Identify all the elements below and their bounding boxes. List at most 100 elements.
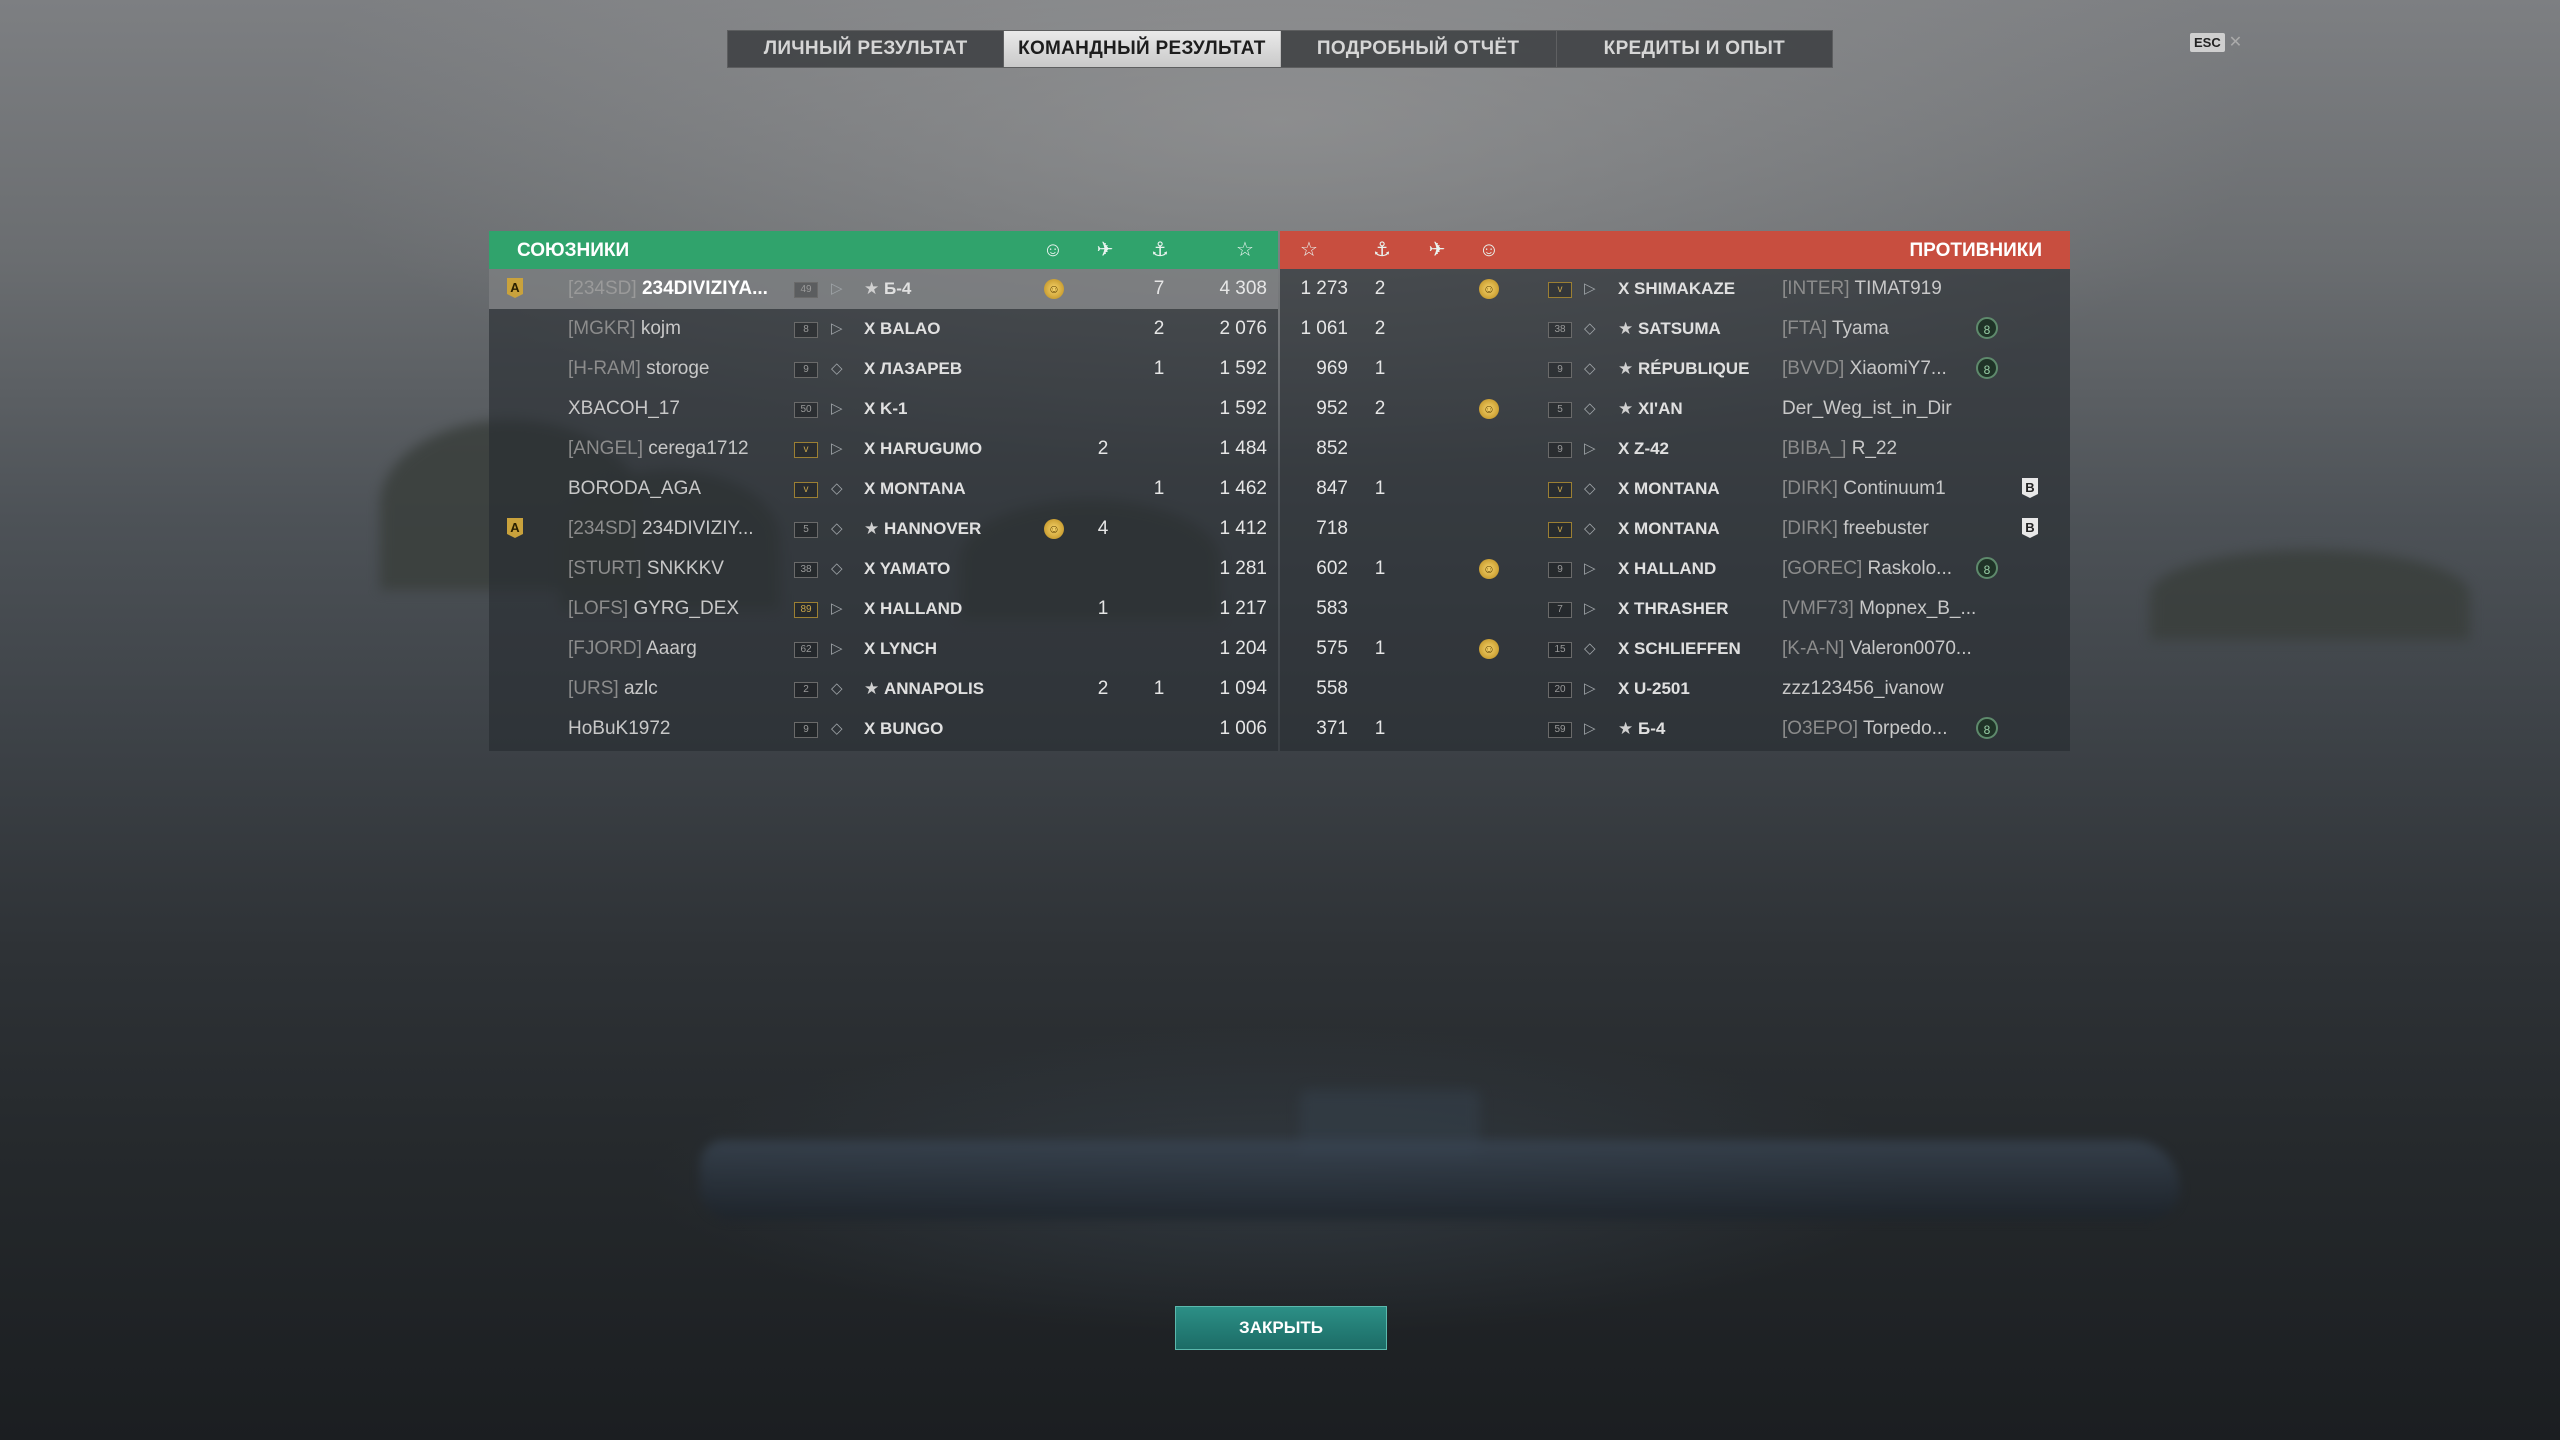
player-name-cell: [GOREC] Raskolo... <box>1782 549 1952 589</box>
enemy-player-row[interactable]: 575 1 ☺ 15 ◇ X SCHLIEFFEN [K-A-N] Valeron0070.… <box>1280 629 2070 669</box>
battleship-icon: ◇ <box>1584 480 1596 497</box>
player-level-badge: 9 <box>1548 442 1572 458</box>
destroyer-icon: ▷ <box>1584 600 1596 617</box>
battleship-icon: ◇ <box>1584 360 1596 377</box>
player-level-badge: 15 <box>1548 642 1572 658</box>
enemy-player-row[interactable]: 847 1 v ◇ X MONTANA [DIRK] Continuum1 B <box>1280 469 2070 509</box>
ships-destroyed: 2 <box>1374 318 1386 339</box>
player-name-cell: zzz123456_ivanow <box>1782 669 1944 709</box>
ship-name-cell: X HALLAND <box>864 589 962 629</box>
ship-name-cell: X SHIMAKAZE <box>1618 269 1735 309</box>
ship-name-cell: ★ HANNOVER <box>864 509 981 549</box>
ships-destroyed <box>1143 389 1175 429</box>
player-level-badge: 9 <box>1548 362 1572 378</box>
enemy-player-row[interactable]: 583 7 ▷ X THRASHER [VMF73] Mopnex_B_... <box>1280 589 2070 629</box>
ally-player-row[interactable]: HoBuK1972 9 ◇ X BUNGO 1 006 <box>489 709 1278 749</box>
player-name-cell: [234SD] 234DIVIZIY... <box>568 509 754 549</box>
allies-title: СОЮЗНИКИ <box>517 240 630 261</box>
player-name-cell: [FTA] Tyama <box>1782 309 1889 349</box>
tab-team-result[interactable]: КОМАНДНЫЙ РЕЗУЛЬТАТ <box>1004 31 1281 67</box>
battleship-icon: ◇ <box>831 520 843 537</box>
ship-name: Б-4 <box>1637 719 1666 738</box>
battleship-icon: ◇ <box>831 560 843 577</box>
ally-player-row[interactable]: [STURT] SNKKKV 38 ◇ X YAMATO 1 281 <box>489 549 1278 589</box>
base-xp: 602 <box>1316 558 1348 579</box>
ships-destroyed: 2 <box>1374 278 1386 299</box>
player-name: HoBuK1972 <box>568 718 671 739</box>
clan-tag: [INTER] <box>1782 278 1850 299</box>
submarine-icon: ▷ <box>831 320 843 337</box>
player-name-cell: [234SD] 234DIVIZIYA... <box>568 269 768 309</box>
ally-player-row[interactable]: XBACOH_17 50 ▷ X K-1 1 592 <box>489 389 1278 429</box>
team-result-panel: СОЮЗНИКИ ☺ ✈ ⚓ ☆ ☆ ⚓ ✈ ☺ ПРОТИВНИКИ A [23… <box>489 231 2070 751</box>
ally-player-row[interactable]: [LOFS] GYRG_DEX 89 ▷ X HALLAND 1 1 217 <box>489 589 1278 629</box>
ally-player-row[interactable]: [MGKR] kojm 8 ▷ X BALAO 2 2 076 <box>489 309 1278 349</box>
planes-destroyed <box>1419 349 1451 389</box>
ally-player-row[interactable]: A [234SD] 234DIVIZIY... 5 ◇ ★ HANNOVER ☺ 4 1 41… <box>489 509 1278 549</box>
result-tabs: ЛИЧНЫЙ РЕЗУЛЬТАТ КОМАНДНЫЙ РЕЗУЛЬТАТ ПОД… <box>727 30 1833 68</box>
planes-destroyed: 4 <box>1097 518 1109 539</box>
ally-player-row[interactable]: [FJORD] Aaarg 62 ▷ X LYNCH 1 204 <box>489 629 1278 669</box>
laurel-icon: ☺ <box>1044 279 1064 299</box>
player-name-cell: [DIRK] Continuum1 <box>1782 469 1946 509</box>
tab-personal-result[interactable]: ЛИЧНЫЙ РЕЗУЛЬТАТ <box>728 31 1005 67</box>
enemy-player-row[interactable]: 969 1 9 ◇ ★ RÉPUBLIQUE [BVVD] XiaomiY7... 8 <box>1280 349 2070 389</box>
player-level-badge: 7 <box>1548 602 1572 618</box>
close-button[interactable]: ЗАКРЫТЬ <box>1175 1306 1387 1350</box>
enemy-player-row[interactable]: 1 061 2 38 ◇ ★ SATSUMA [FTA] Tyama 8 <box>1280 309 2070 349</box>
laurel-icon: ☺ <box>1479 399 1499 419</box>
clan-rating-shield-icon: B <box>2022 518 2038 538</box>
destroyer-icon: ▷ <box>1584 440 1596 457</box>
enemy-player-row[interactable]: 558 20 ▷ X U-2501 zzz123456_ivanow <box>1280 669 2070 709</box>
esc-key-label: ESC <box>2190 32 2225 52</box>
ship-name-cell: X SCHLIEFFEN <box>1618 629 1741 669</box>
enemy-player-row[interactable]: 852 9 ▷ X Z-42 [BIBA_] R_22 <box>1280 429 2070 469</box>
ships-destroyed <box>1364 669 1396 709</box>
planes-destroyed <box>1087 469 1119 509</box>
tab-detailed-report[interactable]: ПОДРОБНЫЙ ОТЧЁТ <box>1281 31 1557 67</box>
player-level-badge: 89 <box>794 602 818 618</box>
clan-rating-shield-icon: B <box>2022 478 2038 498</box>
clan-tag: [LOFS] <box>568 598 629 619</box>
base-xp: 1 273 <box>1300 278 1348 299</box>
player-name: Der_Weg_ist_in_Dir <box>1782 398 1952 419</box>
player-name: BORODA_AGA <box>568 478 702 499</box>
tab-credits-xp[interactable]: КРЕДИТЫ И ОПЫТ <box>1557 31 1832 67</box>
player-name: Raskolo... <box>1867 558 1952 579</box>
destroyer-icon: ▷ <box>831 440 843 457</box>
base-xp: 1 412 <box>1219 518 1267 539</box>
close-icon: ✕ <box>2228 34 2243 51</box>
planes-destroyed <box>1087 269 1119 309</box>
enemy-player-row[interactable]: 718 v ◇ X MONTANA [DIRK] freebuster B <box>1280 509 2070 549</box>
laurel-icon: ☺ <box>1479 559 1499 579</box>
ship-name: X ЛАЗАРЕВ <box>864 359 963 378</box>
player-level-badge: 9 <box>794 722 818 738</box>
enemy-player-row[interactable]: 1 273 2 ☺ v ▷ X SHIMAKAZE [INTER] TIMAT919 <box>1280 269 2070 309</box>
laurel-icon: ☺ <box>1479 639 1499 659</box>
ship-name-cell: X LYNCH <box>864 629 937 669</box>
enemy-player-row[interactable]: 602 1 ☺ 9 ▷ X HALLAND [GOREC] Raskolo... 8 <box>1280 549 2070 589</box>
ship-name: SATSUMA <box>1637 319 1721 338</box>
ships-destroyed <box>1364 429 1396 469</box>
base-xp: 718 <box>1316 518 1348 539</box>
enemy-player-row[interactable]: 952 2 ☺ 5 ◇ ★ XI'AN Der_Weg_ist_in_Dir <box>1280 389 2070 429</box>
ally-player-row[interactable]: [ANGEL] cerega1712 v ▷ X HARUGUMO 2 1 484 <box>489 429 1278 469</box>
clan-tag: [BVVD] <box>1782 358 1845 379</box>
ship-name-cell: X THRASHER <box>1618 589 1729 629</box>
ship-name-cell: X MONTANA <box>1618 469 1720 509</box>
ship-name: X SHIMAKAZE <box>1618 279 1736 298</box>
player-name: R_22 <box>1851 438 1898 459</box>
ally-player-row[interactable]: A [234SD] 234DIVIZIYA... 49 ▷ ★ Б-4 ☺ 7 4 308 <box>489 269 1278 309</box>
ships-destroyed <box>1143 589 1175 629</box>
enemy-player-row[interactable]: 371 1 59 ▷ ★ Б-4 [O3EPO] Torpedo... 8 <box>1280 709 2070 749</box>
player-name-cell: [VMF73] Mopnex_B_... <box>1782 589 1976 629</box>
base-xp: 952 <box>1316 398 1348 419</box>
base-xp: 1 462 <box>1219 478 1267 499</box>
division-rank-icon: A <box>507 518 523 538</box>
ally-player-row[interactable]: BORODA_AGA v ◇ X MONTANA 1 1 462 <box>489 469 1278 509</box>
ship-name: XI'AN <box>1637 399 1683 418</box>
ally-player-row[interactable]: [H-RAM] storoge 9 ◇ X ЛАЗАРЕВ 1 1 592 <box>489 349 1278 389</box>
ships-destroyed <box>1364 589 1396 629</box>
ally-player-row[interactable]: [URS] azlc 2 ◇ ★ ANNAPOLIS 2 1 1 094 <box>489 669 1278 709</box>
esc-close[interactable]: ESC ✕ <box>2190 32 2242 52</box>
